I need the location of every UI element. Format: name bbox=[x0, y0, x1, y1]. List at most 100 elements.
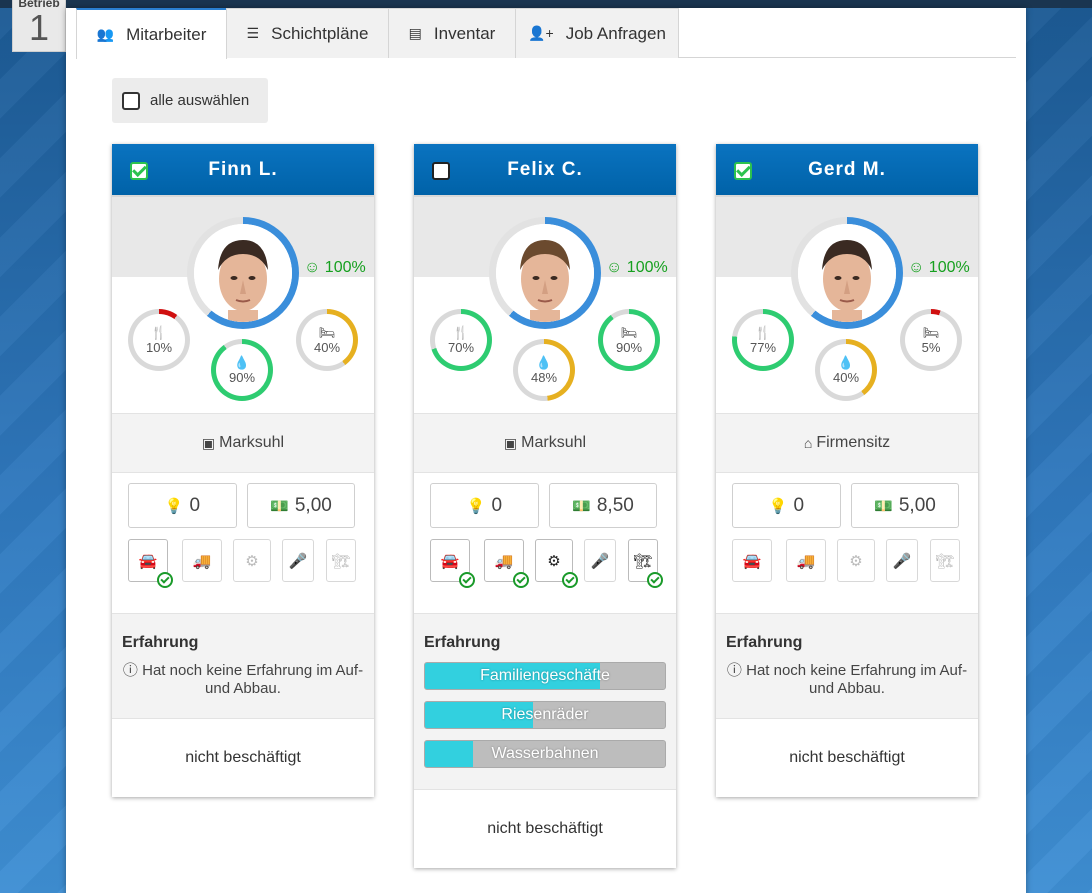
users-icon: 👥 bbox=[96, 26, 115, 42]
mood-value: 100% bbox=[324, 259, 366, 276]
employee-select-checkbox[interactable] bbox=[734, 162, 752, 180]
drop-icon: 💧 bbox=[535, 354, 553, 370]
ideas-box[interactable]: 💡 0 bbox=[732, 483, 841, 528]
experience-empty-text: Hat noch keine Erfahrung im Auf- und Abb… bbox=[142, 662, 364, 697]
hunger-gauge: 🍴 77% bbox=[732, 309, 794, 371]
gear-icon: ⚙ bbox=[245, 552, 259, 570]
stats-section: 💡 0 💵 5,00 🚘 🚚 ⚙ 🎤 🏗 bbox=[112, 473, 374, 614]
avatar[interactable] bbox=[798, 224, 896, 322]
check-circle-icon bbox=[562, 572, 578, 588]
portrait-section: ☺ 100% 🍴 77% 💧 40% 🛏 5% bbox=[716, 197, 978, 413]
skill-gear-button[interactable]: ⚙ bbox=[837, 539, 875, 582]
gauge-inner: 🛏 90% bbox=[603, 314, 655, 366]
tab-inventar[interactable]: ▤ Inventar bbox=[388, 8, 516, 58]
thirst-value: 48% bbox=[530, 369, 558, 385]
card-header: Gerd M. bbox=[716, 144, 978, 197]
ideas-value: 0 bbox=[189, 494, 201, 516]
stats-section: 💡 0 💵 8,50 🚘 🚚 ⚙ 🎤 🏗 bbox=[414, 473, 676, 614]
mood-indicator: ☺ 100% bbox=[606, 259, 668, 277]
skill-car-button[interactable]: 🚘 bbox=[732, 539, 772, 582]
skill-gear-button[interactable]: ⚙ bbox=[233, 539, 271, 582]
employment-status: nicht beschäftigt bbox=[414, 790, 676, 868]
bed-icon: 🛏 bbox=[922, 324, 940, 340]
stats-section: 💡 0 💵 5,00 🚘 🚚 ⚙ 🎤 🏗 bbox=[716, 473, 978, 614]
car-icon: 🚘 bbox=[440, 552, 460, 570]
hunger-value: 10% bbox=[145, 339, 173, 355]
employee-card: Felix C. ☺ 100% 🍴 70% 💧 48% 🛏 90% ▣ Marksuhl 💡 0 💵 8,… bbox=[414, 144, 676, 868]
employee-card: Finn L. ☺ 100% 🍴 10% 💧 90% 🛏 40% ▣ Marksuhl 💡 0 💵 5,0… bbox=[112, 144, 374, 797]
experience-empty-note: ⓘ Hat noch keine Erfahrung im Auf- und A… bbox=[122, 662, 364, 718]
skill-mic-button[interactable]: 🎤 bbox=[886, 539, 918, 582]
skill-truck-button[interactable]: 🚚 bbox=[786, 539, 826, 582]
status-text: nicht beschäftigt bbox=[789, 749, 905, 766]
employee-select-checkbox[interactable] bbox=[432, 162, 450, 180]
experience-bar-label: Wasserbahnen bbox=[491, 745, 599, 762]
wage-box[interactable]: 💵 5,00 bbox=[247, 483, 355, 528]
money-icon: 💵 bbox=[874, 497, 893, 515]
gauge-inner: 🛏 5% bbox=[905, 314, 957, 366]
employment-status: nicht beschäftigt bbox=[112, 719, 374, 797]
portrait-section: ☺ 100% 🍴 70% 💧 48% 🛏 90% bbox=[414, 197, 676, 413]
status-text: nicht beschäftigt bbox=[487, 820, 603, 837]
gauge-inner: 💧 90% bbox=[216, 344, 268, 396]
skill-mic-button[interactable]: 🎤 bbox=[584, 539, 616, 582]
location-row: ▣ Marksuhl bbox=[414, 413, 676, 473]
gauge-inner: 💧 48% bbox=[518, 344, 570, 396]
avatar-ring bbox=[489, 217, 601, 329]
select-all-checkbox[interactable] bbox=[122, 91, 140, 110]
tab-mitarbeiter[interactable]: 👥 Mitarbeiter bbox=[76, 8, 227, 59]
ideas-box[interactable]: 💡 0 bbox=[128, 483, 237, 528]
portrait-section: ☺ 100% 🍴 10% 💧 90% 🛏 40% bbox=[112, 197, 374, 413]
experience-section: Erfahrung ⓘ Hat noch keine Erfahrung im A… bbox=[716, 614, 978, 719]
info-icon: ⓘ bbox=[726, 662, 742, 679]
skill-car-button[interactable]: 🚘 bbox=[128, 539, 173, 588]
skill-car-button[interactable]: 🚘 bbox=[430, 539, 475, 588]
wage-box[interactable]: 💵 8,50 bbox=[549, 483, 657, 528]
check-circle-icon bbox=[513, 572, 529, 588]
user-plus-icon: 👤+ bbox=[528, 25, 554, 41]
main-panel: 👥 Mitarbeiter ☰ Schichtpläne ▤ Inventar … bbox=[66, 8, 1026, 893]
mood-value: 100% bbox=[928, 259, 970, 276]
location-label: Marksuhl bbox=[219, 434, 285, 451]
thirst-value: 90% bbox=[228, 369, 256, 385]
mic-icon: 🎤 bbox=[892, 552, 912, 570]
thirst-gauge: 💧 48% bbox=[513, 339, 575, 401]
experience-title: Erfahrung bbox=[424, 634, 501, 651]
select-all-button[interactable]: alle auswählen bbox=[112, 78, 268, 123]
gauge-inner: 🍴 10% bbox=[133, 314, 185, 366]
skill-mic-button[interactable]: 🎤 bbox=[282, 539, 314, 582]
avatar[interactable] bbox=[496, 224, 594, 322]
mood-indicator: ☺ 100% bbox=[304, 259, 366, 277]
lightbulb-icon: 💡 bbox=[164, 497, 184, 515]
sleep-value: 40% bbox=[313, 339, 341, 355]
smile-icon: ☺ bbox=[606, 259, 623, 276]
ideas-box[interactable]: 💡 0 bbox=[430, 483, 539, 528]
skill-truck-button[interactable]: 🚚 bbox=[484, 539, 529, 588]
employee-card: Gerd M. ☺ 100% 🍴 77% 💧 40% 🛏 5% ⌂ Firmensitz 💡 0 💵 5,… bbox=[716, 144, 978, 797]
lightbulb-icon: 💡 bbox=[768, 497, 788, 515]
sleep-value: 90% bbox=[615, 339, 643, 355]
skill-truck-button[interactable]: 🚚 bbox=[182, 539, 222, 582]
skill-crane-button[interactable]: 🏗 bbox=[326, 539, 356, 582]
skill-gear-button[interactable]: ⚙ bbox=[535, 539, 578, 588]
ideas-value: 0 bbox=[793, 494, 805, 516]
betrieb-indicator[interactable]: Betrieb 1 bbox=[12, 0, 66, 52]
experience-bars: Familiengeschäfte Riesenräder Wasserbahnen bbox=[424, 662, 666, 789]
wage-box[interactable]: 💵 5,00 bbox=[851, 483, 959, 528]
tab-schichtplaene[interactable]: ☰ Schichtpläne bbox=[226, 8, 389, 58]
employee-select-checkbox[interactable] bbox=[130, 162, 148, 180]
drop-icon: 💧 bbox=[233, 354, 251, 370]
archive-icon: ▤ bbox=[408, 25, 422, 41]
tab-label: Job Anfragen bbox=[565, 23, 666, 43]
skill-crane-button[interactable]: 🏗 bbox=[930, 539, 960, 582]
face-icon bbox=[496, 224, 594, 322]
wage-value: 5,00 bbox=[898, 494, 936, 516]
thirst-gauge: 💧 40% bbox=[815, 339, 877, 401]
sleep-gauge: 🛏 40% bbox=[296, 309, 358, 371]
tab-label: Mitarbeiter bbox=[126, 24, 207, 44]
tab-job-anfragen[interactable]: 👤+ Job Anfragen bbox=[515, 8, 679, 58]
avatar[interactable] bbox=[194, 224, 292, 322]
skill-crane-button[interactable]: 🏗 bbox=[628, 539, 663, 588]
experience-bar: Riesenräder bbox=[424, 701, 666, 729]
face-icon bbox=[798, 224, 896, 322]
